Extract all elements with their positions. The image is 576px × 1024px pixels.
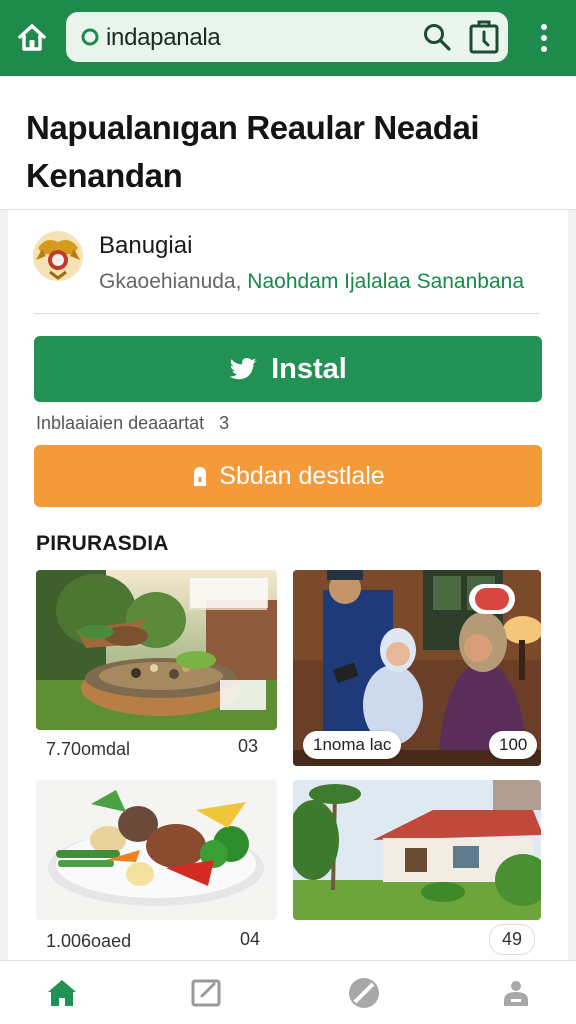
- tile-4-count: 49: [489, 924, 536, 955]
- download-count: 3: [219, 413, 230, 433]
- url-text: indapanala: [106, 24, 221, 51]
- screenshot-tile-4[interactable]: [293, 780, 541, 920]
- bird-icon: [229, 358, 258, 380]
- page-title: Napualanıgan Reaular Neadai Kenandan: [26, 109, 480, 194]
- app-developer: Gkaoehianuda,: [99, 270, 242, 293]
- tile-2-caption: 1noma lac: [303, 731, 402, 759]
- tile-3-count: 04: [240, 929, 261, 949]
- divider: [34, 313, 540, 314]
- download-info-label: Inblaaiaien deaaartat: [36, 413, 205, 433]
- screenshot-tile-3[interactable]: [36, 780, 277, 920]
- secondary-button[interactable]: Sbdan destlale: [34, 445, 542, 507]
- tile-1-caption: 7.70omdal: [46, 739, 131, 759]
- section-title: PIRURASDIA: [36, 532, 169, 555]
- secondary-label: Sbdan destlale: [219, 461, 385, 490]
- nav-compass-icon[interactable]: [344, 973, 384, 1013]
- address-bar[interactable]: indapanala: [66, 12, 508, 62]
- tile-1-count: 03: [238, 736, 259, 756]
- tile-2-count: 100: [489, 731, 538, 759]
- app-name: Banugiai: [99, 232, 193, 259]
- app-logo: [33, 231, 83, 281]
- download-info: Inblaaiaien deaaartat 3: [36, 413, 229, 434]
- app-category-link[interactable]: Naohdam Ijalalaa Sananbana: [247, 270, 524, 293]
- page-header: Napualanıgan Reaular Neadai Kenandan: [0, 76, 576, 210]
- more-vert-icon[interactable]: [532, 20, 556, 56]
- tile-3-caption: 1.006oaed: [46, 931, 132, 951]
- tab-icon[interactable]: [468, 20, 500, 54]
- live-badge: [469, 584, 515, 614]
- install-button[interactable]: Instal: [34, 336, 542, 402]
- app-description: Gkaoehianuda, Naohdam Ijalalaa Sananbana: [99, 270, 524, 294]
- home-icon[interactable]: [14, 20, 50, 56]
- nav-home-icon[interactable]: [42, 973, 82, 1013]
- search-icon[interactable]: [422, 22, 452, 52]
- bottom-navigation: [0, 960, 576, 1024]
- browser-toolbar: indapanala: [0, 0, 576, 76]
- site-icon: [81, 28, 99, 46]
- nav-account-icon[interactable]: [496, 973, 536, 1013]
- nav-edit-icon[interactable]: [186, 973, 226, 1013]
- tile-1-overlay-text: [190, 578, 268, 608]
- lock-icon: [194, 467, 207, 486]
- install-label: Instal: [271, 352, 347, 385]
